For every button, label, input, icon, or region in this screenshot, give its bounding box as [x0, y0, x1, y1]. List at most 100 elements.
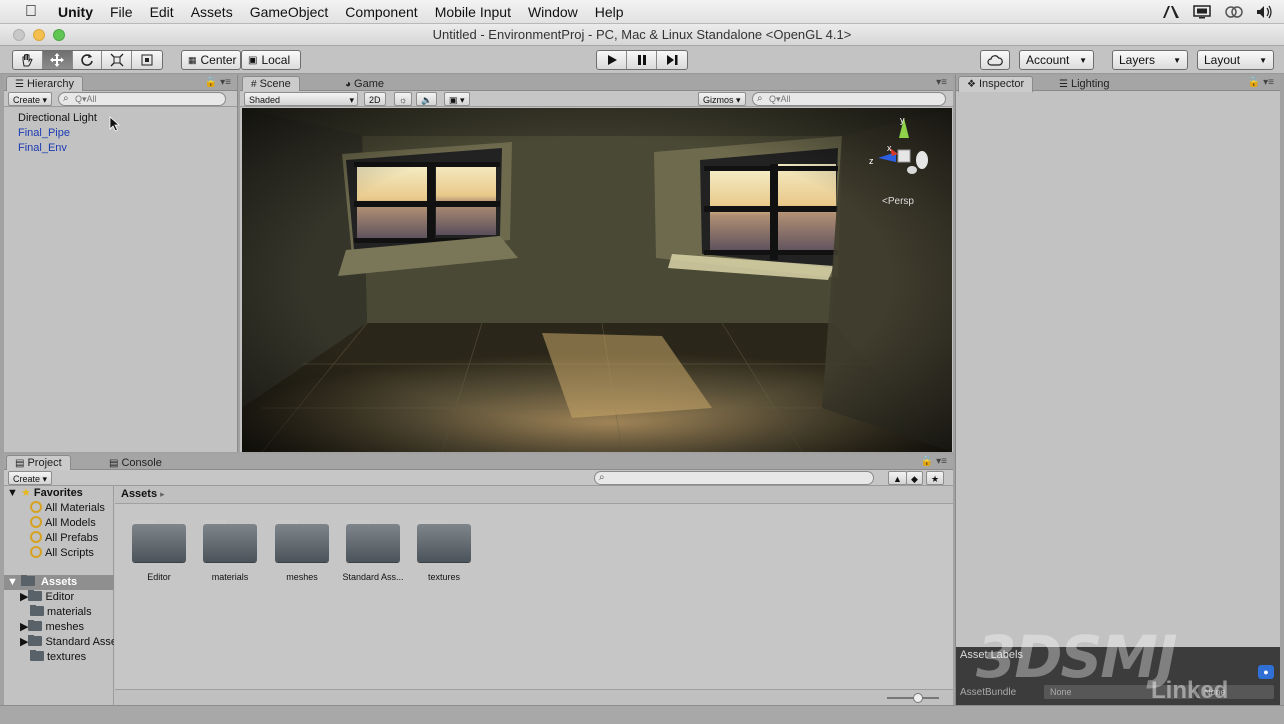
tree-assets-root[interactable]: ▼ Assets [4, 575, 114, 590]
hierarchy-item-directional-light[interactable]: Directional Light [18, 111, 97, 126]
project-search-input[interactable] [594, 471, 874, 485]
screen-mirror-icon[interactable] [1192, 5, 1212, 19]
move-tool-button[interactable] [42, 51, 73, 69]
hand-tool-button[interactable] [13, 51, 43, 69]
layers-dropdown[interactable]: Layers ▼ [1112, 50, 1188, 70]
adobe-icon[interactable] [1162, 5, 1180, 19]
tab-project[interactable]: ▤ Project [6, 455, 71, 471]
asset-folder-materials[interactable]: materials [194, 520, 266, 582]
info-icon: ❖ [967, 79, 976, 90]
menu-component[interactable]: Component [345, 4, 417, 20]
step-button[interactable] [657, 51, 687, 69]
expand-arrow-icon: ▼ [7, 487, 18, 499]
tree-folder-standard-assets[interactable]: ▶ Standard Assets [4, 635, 114, 650]
menu-gameobject[interactable]: GameObject [250, 4, 329, 20]
perspective-toggle[interactable]: <Persp [882, 196, 914, 207]
play-button[interactable] [597, 51, 627, 69]
tag-icon[interactable]: ● [1258, 665, 1274, 679]
tab-scene[interactable]: # Scene [242, 76, 300, 92]
menu-help[interactable]: Help [595, 4, 624, 20]
account-dropdown[interactable]: Account ▼ [1019, 50, 1094, 70]
hierarchy-item-final-env[interactable]: Final_Env [18, 141, 97, 156]
pause-button[interactable] [627, 51, 657, 69]
scale-tool-button[interactable] [102, 51, 133, 69]
tree-folder-editor[interactable]: ▶ Editor [4, 590, 114, 605]
hierarchy-create-dropdown[interactable]: Create ▾ [8, 92, 53, 106]
asset-folder-standard-assets[interactable]: Standard Ass... [337, 520, 409, 582]
slider-handle[interactable] [913, 693, 923, 703]
menu-window[interactable]: Window [528, 4, 578, 20]
filter-type-button[interactable]: ▲ [888, 471, 907, 485]
breadcrumb-assets[interactable]: Assets [121, 488, 157, 500]
tab-hierarchy-label: Hierarchy [26, 78, 75, 90]
filter-label-button[interactable]: ◆ [906, 471, 923, 485]
apple-icon[interactable]:  [22, 3, 40, 21]
tree-folder-textures[interactable]: textures [4, 650, 114, 665]
persp-label: Persp [887, 196, 914, 207]
effects-dropdown[interactable]: ▣ ▾ [444, 92, 470, 106]
window-title: Untitled - EnvironmentProj - PC, Mac & L… [432, 27, 852, 42]
lighting-toggle[interactable]: ☼ [394, 92, 413, 106]
layout-dropdown[interactable]: Layout ▼ [1197, 50, 1274, 70]
pivot-center-toggle[interactable]: ▦ Center [181, 50, 241, 70]
menu-app[interactable]: Unity [58, 4, 93, 20]
tab-hierarchy[interactable]: ☰ Hierarchy [6, 76, 84, 92]
menu-edit[interactable]: Edit [150, 4, 174, 20]
folder-icon [28, 635, 43, 646]
cloud-button[interactable] [980, 50, 1010, 70]
tree-favorites[interactable]: ▼ ★ Favorites [4, 486, 114, 501]
tab-console[interactable]: ▤ Console [100, 455, 171, 470]
panel-menu-icon[interactable]: 🔒 ▾≡ [921, 456, 947, 467]
rect-tool-button[interactable] [132, 51, 162, 69]
menu-assets[interactable]: Assets [191, 4, 233, 20]
audio-toggle[interactable]: 🔈 [416, 92, 438, 106]
tab-lighting[interactable]: ☰ Lighting [1050, 76, 1119, 91]
gizmos-dropdown[interactable]: Gizmos ▾ [698, 92, 746, 106]
panel-menu-icon[interactable]: 🔒 ▾≡ [205, 77, 231, 88]
space-local-toggle[interactable]: ▣ Local [241, 50, 301, 70]
tab-game[interactable]: ◕ Game [336, 76, 393, 91]
step-icon [667, 55, 678, 65]
asset-folder-meshes[interactable]: meshes [266, 520, 338, 582]
scene-viewport[interactable]: y x z <Persp [242, 108, 952, 452]
favorite-button[interactable]: ★ [926, 471, 945, 485]
tree-fav-all-scripts[interactable]: All Scripts [4, 546, 114, 561]
menu-mobile-input[interactable]: Mobile Input [435, 4, 511, 20]
rotate-tool-button[interactable] [73, 51, 103, 69]
folder-icon [417, 520, 471, 562]
fav-label: All Prefabs [45, 532, 99, 544]
maximize-window-button[interactable] [53, 29, 65, 41]
volume-icon[interactable] [1256, 5, 1274, 19]
tree-folder-meshes[interactable]: ▶ meshes [4, 620, 114, 635]
asset-label: materials [211, 572, 249, 582]
shading-mode-dropdown[interactable]: Shaded ▾ [244, 92, 358, 106]
minimize-window-button[interactable] [33, 29, 45, 41]
tree-fav-all-materials[interactable]: All Materials [4, 501, 114, 516]
panel-menu-icon[interactable]: ▾≡ [936, 77, 947, 88]
asset-folder-editor[interactable]: Editor [123, 520, 195, 582]
project-create-dropdown[interactable]: Create ▾ [8, 471, 53, 485]
asset-label: Editor [147, 572, 171, 582]
scene-orientation-gizmo[interactable]: y x z [862, 114, 932, 178]
close-window-button[interactable] [13, 29, 25, 41]
tab-inspector[interactable]: ❖ Inspector [958, 76, 1034, 92]
scene-search-input[interactable]: Q▾All [752, 92, 946, 106]
hierarchy-item-final-pipe[interactable]: Final_Pipe [18, 126, 97, 141]
tree-fav-all-prefabs[interactable]: All Prefabs [4, 531, 114, 546]
fav-label: All Scripts [45, 547, 94, 559]
chevron-down-icon: ▼ [1079, 55, 1087, 65]
asset-label: textures [427, 572, 460, 582]
mode-2d-toggle[interactable]: 2D [364, 92, 386, 106]
panel-menu-icon[interactable]: 🔒 ▾≡ [1248, 77, 1274, 88]
folder-icon [275, 520, 329, 562]
tree-fav-all-models[interactable]: All Models [4, 516, 114, 531]
gizmo-x-label: x [887, 143, 892, 153]
scene-toolbar: Shaded ▾ 2D ☼ 🔈 ▣ ▾ Gizmos ▾ Q▾All [240, 91, 953, 107]
tree-folder-materials[interactable]: materials [4, 605, 114, 620]
menu-file[interactable]: File [110, 4, 133, 20]
project-asset-grid: Assets ▸ Editor materials meshes Standar… [115, 486, 953, 689]
asset-folder-textures[interactable]: textures [408, 520, 480, 582]
creative-cloud-icon[interactable] [1224, 5, 1244, 19]
asset-label: Standard Ass... [342, 572, 404, 582]
hierarchy-search-input[interactable]: Q▾All [58, 92, 226, 106]
